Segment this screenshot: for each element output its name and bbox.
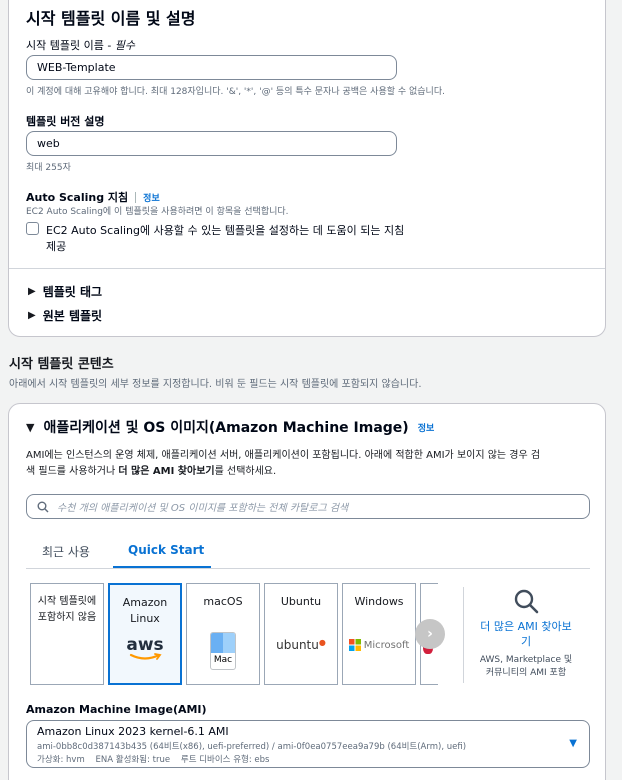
name-label: 시작 템플릿 이름 - 필수 bbox=[26, 39, 136, 52]
ami-tile-windows[interactable]: Windows Microsoft bbox=[342, 583, 416, 685]
caret-right-icon: ▶ bbox=[28, 286, 36, 297]
ami-search-input[interactable]: 수천 개의 애플리케이션 및 OS 이미지를 포함하는 전체 카탈로그 검색 bbox=[26, 494, 590, 519]
caret-right-icon: ▶ bbox=[28, 310, 36, 321]
chevron-right-icon: › bbox=[427, 626, 433, 642]
browse-more-ami-text: 더 많은 AMI 찾아보기 bbox=[118, 466, 215, 477]
tiles-separator bbox=[463, 587, 464, 683]
search-placeholder: 수천 개의 애플리케이션 및 OS 이미지를 포함하는 전체 카탈로그 검색 bbox=[57, 503, 349, 514]
ubuntu-logo-icon: ubuntu● bbox=[276, 638, 326, 652]
mac-finder-icon: Mac bbox=[210, 632, 236, 670]
ami-section-header[interactable]: ▼ 애플리케이션 및 OS 이미지(Amazon Machine Image) … bbox=[26, 417, 434, 437]
caret-down-icon: ▼ bbox=[569, 738, 577, 749]
asg-checkbox-label-line2: 제공 bbox=[46, 240, 67, 253]
browse-more-subtext: AWS, Marketplace 및 커뮤니티의 AMI 포함 bbox=[479, 655, 573, 678]
caret-down-icon: ▼ bbox=[26, 420, 35, 434]
ami-name: Amazon Linux 2023 kernel-6.1 AMI bbox=[37, 725, 229, 738]
asg-checkbox[interactable] bbox=[26, 222, 39, 235]
contents-heading: 시작 템플릿 콘텐츠 bbox=[9, 357, 114, 372]
ami-description-line2: 색 필드를 사용하거나 더 많은 AMI 찾아보기를 선택하세요. bbox=[26, 466, 277, 477]
ami-select-label: Amazon Machine Image(AMI) bbox=[26, 703, 207, 716]
ami-tile-amazon-linux[interactable]: Amazon Linux aws bbox=[108, 583, 182, 685]
ami-description-line1: AMI에는 인스턴스의 운영 체제, 애플리케이션 서버, 애플리케이션이 포함… bbox=[26, 450, 541, 461]
ami-tile-macos[interactable]: macOS Mac bbox=[186, 583, 260, 685]
tab-recent[interactable]: 최근 사용 bbox=[42, 543, 90, 560]
separator bbox=[135, 191, 137, 203]
asg-label: Auto Scaling 지침 bbox=[26, 191, 129, 204]
source-template-expander[interactable]: ▶ 원본 템플릿 bbox=[28, 307, 102, 324]
tabs-divider bbox=[26, 568, 590, 569]
version-label: 템플릿 버전 설명 bbox=[26, 115, 105, 128]
template-tags-expander[interactable]: ▶ 템플릿 태그 bbox=[28, 283, 102, 300]
ami-ids: ami-0bb8c0d387143b435 (64비트(x86), uefi-p… bbox=[37, 742, 467, 752]
ami-tile-ubuntu[interactable]: Ubuntu ubuntu● bbox=[264, 583, 338, 685]
template-name-input[interactable]: WEB-Template bbox=[26, 55, 397, 80]
browse-more-ami[interactable]: 더 많은 AMI 찾아보 기 AWS, Marketplace 및 커뮤니티의 … bbox=[470, 588, 582, 680]
search-icon bbox=[514, 589, 539, 614]
asg-label-row: Auto Scaling 지침 정보 bbox=[26, 189, 160, 205]
browse-more-ami-link[interactable]: 더 많은 AMI 찾아보 기 bbox=[470, 619, 582, 649]
asg-description: EC2 Auto Scaling에 이 템플릿을 사용하려면 이 항목을 선택합… bbox=[26, 207, 289, 217]
asg-info-link[interactable]: 정보 bbox=[143, 191, 160, 204]
ami-info-link[interactable]: 정보 bbox=[418, 421, 435, 434]
microsoft-logo-icon: Microsoft bbox=[343, 639, 415, 651]
ami-section-heading: 애플리케이션 및 OS 이미지(Amazon Machine Image) bbox=[43, 420, 409, 436]
version-description-input[interactable]: web bbox=[26, 131, 397, 156]
template-details-heading: 시작 템플릿 이름 및 설명 bbox=[26, 9, 196, 28]
required-text: 필수 bbox=[114, 39, 136, 52]
scroll-right-button[interactable]: › bbox=[415, 619, 445, 649]
search-icon bbox=[37, 501, 49, 512]
details-divider bbox=[9, 268, 605, 269]
name-hint: 이 계정에 대해 고유해야 합니다. 최대 128자입니다. '&', '*',… bbox=[26, 87, 445, 97]
aws-logo-icon: aws bbox=[110, 637, 180, 661]
ami-tile-not-included[interactable]: 시작 템플릿에 포함하지 않음 bbox=[30, 583, 104, 685]
contents-description: 아래에서 시작 템플릿의 세부 정보를 지정합니다. 비워 둔 필드는 시작 템… bbox=[9, 379, 422, 390]
ami-meta: 가상화: hvm ENA 활성화됨: true 루트 디바이스 유형: ebs bbox=[37, 755, 270, 765]
asg-checkbox-label-line1: EC2 Auto Scaling에 사용할 수 있는 템플릿을 설정하는 데 도… bbox=[46, 224, 405, 237]
tab-quick-start[interactable]: Quick Start bbox=[128, 543, 204, 557]
ami-select[interactable]: Amazon Linux 2023 kernel-6.1 AMI ami-0bb… bbox=[26, 720, 590, 768]
version-hint: 최대 255자 bbox=[26, 163, 71, 173]
